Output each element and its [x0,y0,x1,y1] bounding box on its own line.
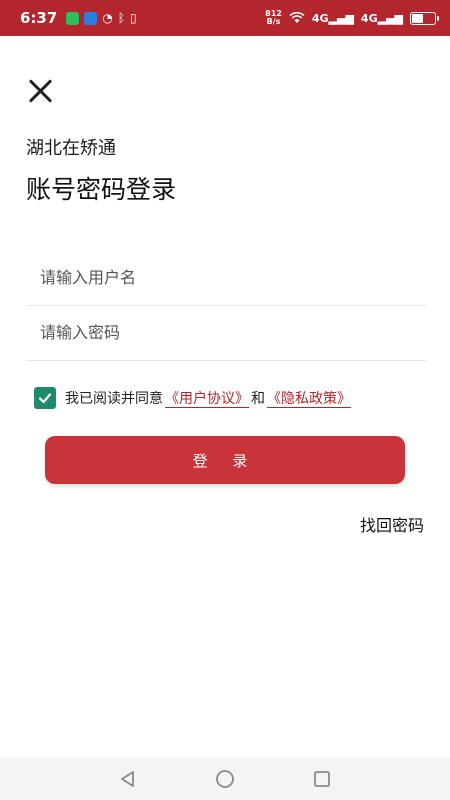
password-input[interactable] [26,305,426,360]
status-bar: 6:37 ◔ ᛒ ▯ 812 B/s 4G▂▄▆ 4G▂▄▆ [0,0,450,36]
check-icon [38,393,52,404]
wifi-icon [289,12,305,23]
status-right: 812 B/s 4G▂▄▆ 4G▂▄▆ [265,10,439,26]
app-notification-icon [84,11,98,25]
username-field-container [26,250,426,306]
agreement-checkbox[interactable] [34,387,56,409]
close-icon[interactable] [26,76,56,106]
forgot-password-link[interactable]: 找回密码 [360,512,424,536]
signal-1-icon: 4G▂▄▆ [311,11,354,25]
nav-home-button[interactable] [213,767,237,791]
nav-recent-button[interactable] [310,767,334,791]
bluetooth-icon: ᛒ [117,11,125,25]
status-time: 6:37 [20,9,58,27]
app-name: 湖北在矫通 [26,138,116,159]
nav-back-button[interactable] [116,767,140,791]
triangle-back-icon [121,771,135,787]
signal-2-icon: 4G▂▄▆ [360,11,403,25]
system-nav-bar [0,758,450,800]
login-button[interactable]: 登 录 [45,436,405,484]
privacy-policy-link[interactable]: 《隐私政策》 [265,388,353,408]
agreement-conjunction: 和 [251,391,265,407]
password-field-container [26,305,426,361]
wechat-notification-icon [66,11,80,25]
agreement-prefix: 我已阅读并同意 [65,391,163,407]
battery-icon [410,11,439,25]
square-recent-icon [313,771,330,787]
status-left: 6:37 ◔ ᛒ ▯ [20,9,137,27]
network-speed-unit: B/s [266,17,281,26]
signal-2-label: 4G [360,11,378,25]
network-speed: 812 B/s [265,10,282,26]
battery-fill [412,13,423,23]
user-agreement-link[interactable]: 《用户协议》 [163,388,251,408]
signal-1-label: 4G [311,11,329,25]
speedometer-icon: ◔ [102,11,113,25]
vibrate-icon: ▯ [130,11,137,25]
username-input[interactable] [26,250,426,305]
page-title: 账号密码登录 [26,175,177,204]
circle-home-icon [216,770,234,788]
agreement-row: 我已阅读并同意 《用户协议》 和 《隐私政策》 [34,387,353,409]
